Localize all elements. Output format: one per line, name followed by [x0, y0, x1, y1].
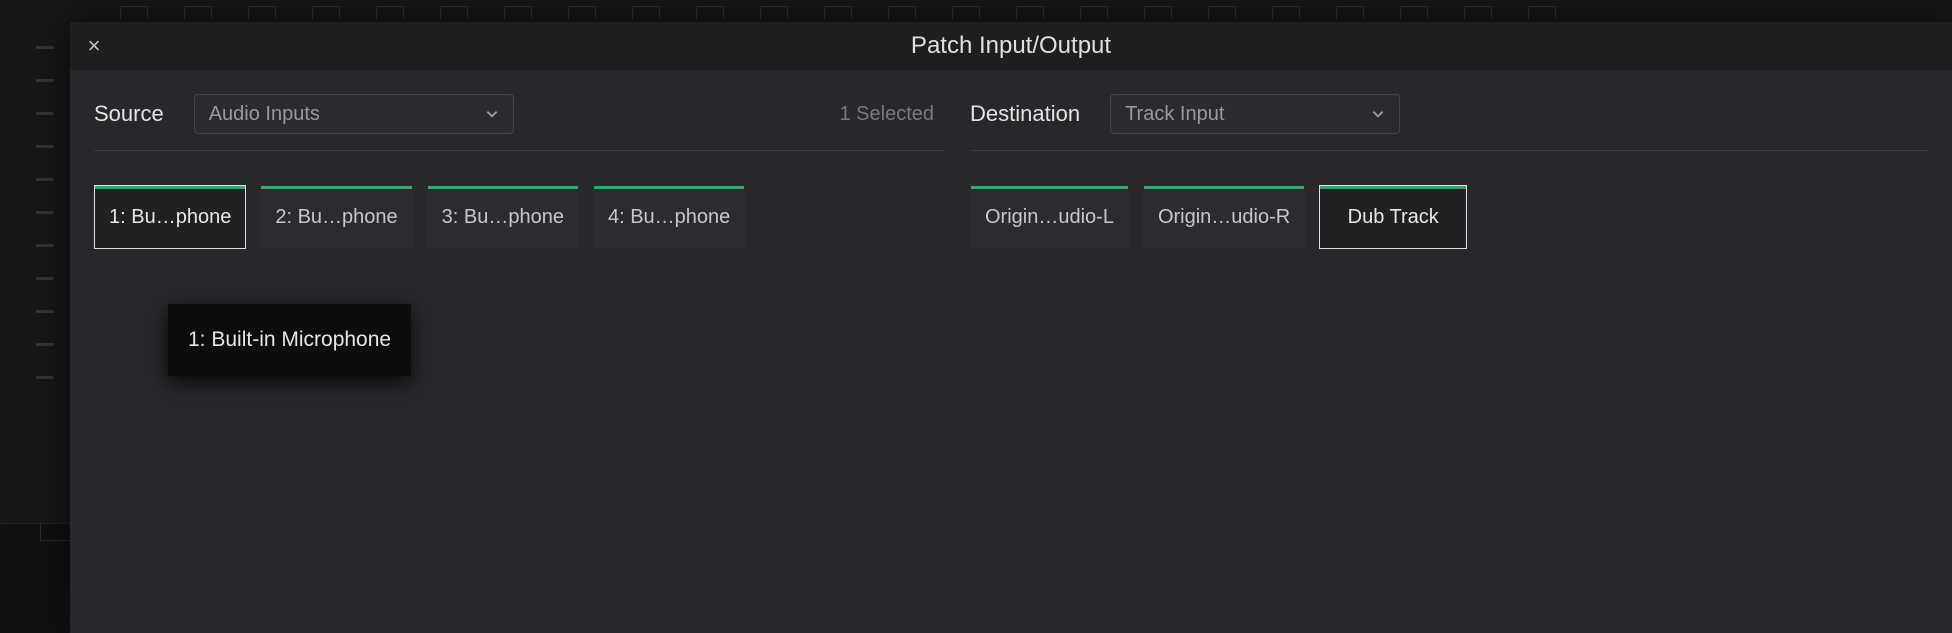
patch-io-modal: × Patch Input/Output Source Audio Inputs…	[70, 22, 1952, 633]
modal-body: Source Audio Inputs 1 Selected 1: Bu…pho…	[70, 70, 1952, 249]
card-stripe	[1320, 186, 1466, 189]
source-cards: 1: Bu…phone 2: Bu…phone 3: Bu…phone 4: B…	[94, 185, 944, 249]
destination-dropdown[interactable]: Track Input	[1110, 94, 1400, 134]
destination-section: Destination Track Input Origin…udio-L Or…	[970, 94, 1928, 249]
close-icon: ×	[88, 33, 101, 59]
card-stripe	[428, 186, 578, 189]
source-dropdown[interactable]: Audio Inputs	[194, 94, 514, 134]
source-card-tooltip: 1: Built-in Microphone	[168, 304, 411, 376]
chevron-down-icon	[1371, 107, 1385, 121]
modal-header: × Patch Input/Output	[70, 22, 1952, 70]
destination-dropdown-value: Track Input	[1125, 103, 1224, 126]
card-label: 3: Bu…phone	[442, 206, 564, 229]
destination-label: Destination	[970, 101, 1080, 127]
card-label: Origin…udio-L	[985, 206, 1114, 229]
source-section: Source Audio Inputs 1 Selected 1: Bu…pho…	[94, 94, 944, 249]
close-button[interactable]: ×	[70, 22, 118, 70]
source-card-4[interactable]: 4: Bu…phone	[593, 185, 745, 249]
source-dropdown-value: Audio Inputs	[209, 103, 320, 126]
card-stripe	[1144, 186, 1304, 189]
modal-title: Patch Input/Output	[911, 32, 1111, 60]
chevron-down-icon	[485, 107, 499, 121]
track-headers	[36, 46, 60, 513]
source-card-3[interactable]: 3: Bu…phone	[427, 185, 579, 249]
card-label: Origin…udio-R	[1158, 206, 1290, 229]
destination-card-2[interactable]: Origin…udio-R	[1143, 185, 1305, 249]
card-stripe	[261, 186, 411, 189]
destination-cards: Origin…udio-L Origin…udio-R Dub Track	[970, 185, 1928, 249]
card-stripe	[594, 186, 744, 189]
source-header-row: Source Audio Inputs 1 Selected	[94, 94, 944, 151]
destination-header-row: Destination Track Input	[970, 94, 1928, 151]
source-card-1[interactable]: 1: Bu…phone	[94, 185, 246, 249]
card-label: 2: Bu…phone	[275, 206, 397, 229]
card-label: Dub Track	[1348, 206, 1439, 229]
card-label: 1: Bu…phone	[109, 206, 231, 229]
source-selected-count: 1 Selected	[839, 103, 944, 126]
source-card-2[interactable]: 2: Bu…phone	[260, 185, 412, 249]
source-label: Source	[94, 101, 164, 127]
timeline-top-marks	[0, 0, 1952, 24]
destination-card-1[interactable]: Origin…udio-L	[970, 185, 1129, 249]
card-stripe	[971, 186, 1128, 189]
card-label: 4: Bu…phone	[608, 206, 730, 229]
card-stripe	[95, 186, 245, 189]
destination-card-3[interactable]: Dub Track	[1319, 185, 1467, 249]
